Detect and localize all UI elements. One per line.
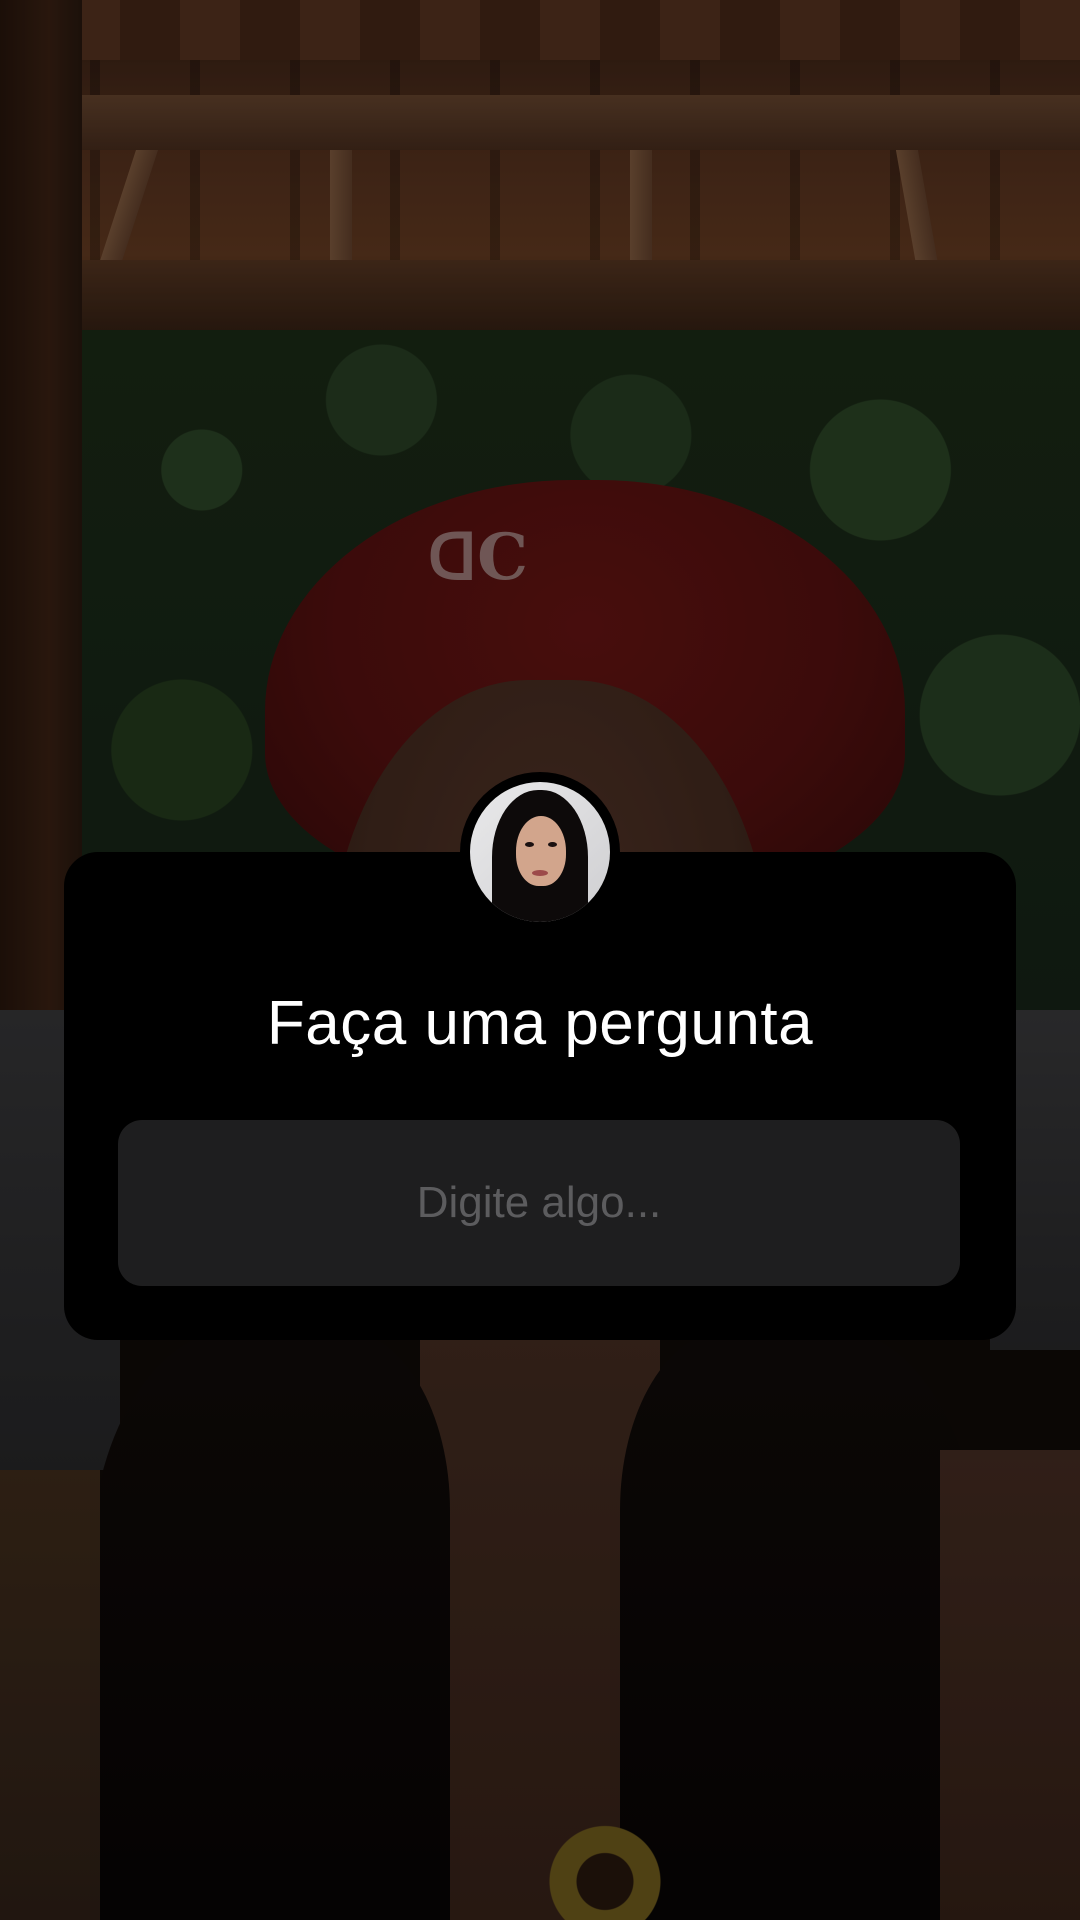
avatar-photo [470, 782, 610, 922]
answer-placeholder: Digite algo... [416, 1178, 662, 1227]
answer-input[interactable]: Digite algo... [118, 1120, 960, 1286]
avatar [460, 772, 620, 932]
story-screen: ᗡC Faça uma pergunta Digite algo... [0, 0, 1080, 1920]
question-title: Faça uma pergunta [266, 989, 814, 1058]
